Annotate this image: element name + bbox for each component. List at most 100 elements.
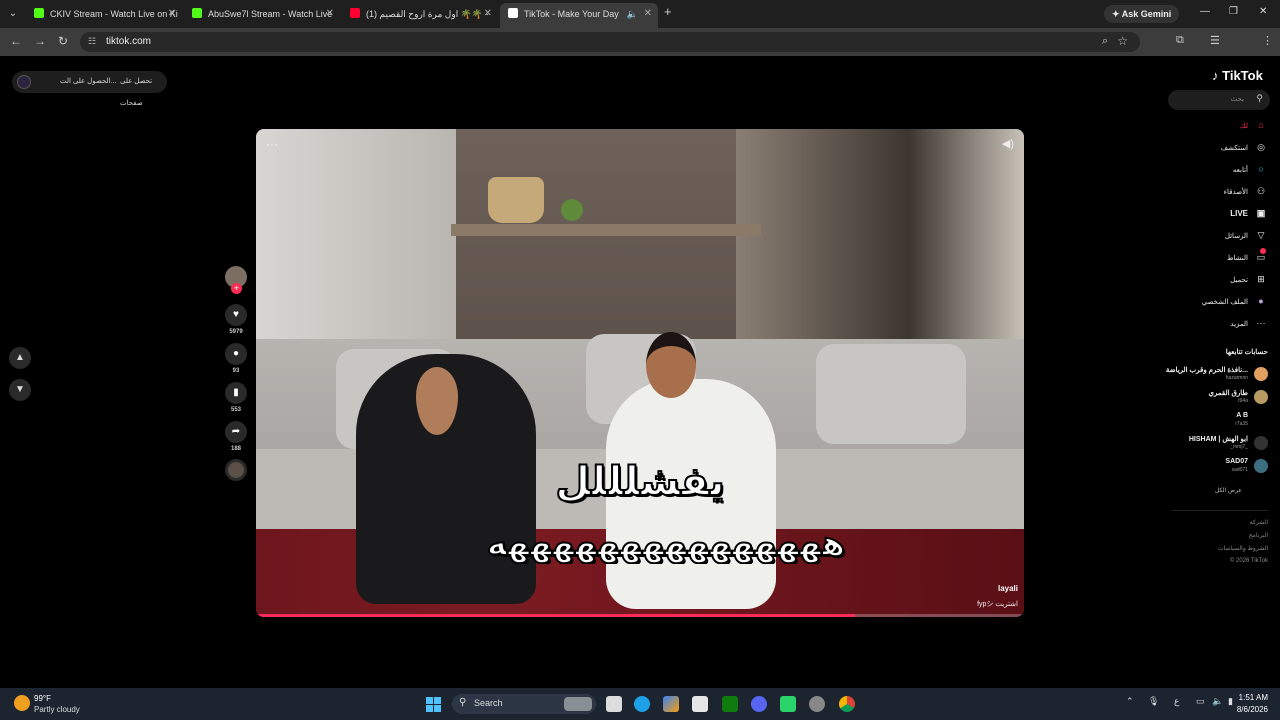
edge-icon[interactable] (634, 696, 650, 712)
previous-video-button[interactable]: ▲ (9, 347, 31, 369)
account-avatar (1254, 459, 1268, 473)
sidebar-item-live[interactable]: LIVE ▣ (1230, 205, 1268, 221)
minimize-icon[interactable]: — (1200, 6, 1210, 17)
discord-icon[interactable] (751, 696, 767, 712)
tab-youtube[interactable]: (1) اول مرة اروح القصيم 🌴🌴 - ✕ (342, 4, 498, 24)
tab-search-icon[interactable]: ⌄ (5, 6, 21, 22)
address-bar[interactable]: ☷ tiktok.com ⌕ ☆ (80, 32, 1140, 52)
close-icon[interactable]: ✕ (168, 4, 176, 24)
close-icon[interactable]: ✕ (326, 4, 334, 24)
get-app-banner[interactable]: الحصول على الت... تحصل على صفحات (12, 71, 167, 107)
reading-list-icon[interactable]: ☰ (1210, 34, 1220, 47)
footer-terms[interactable]: الشروط والسياسات (1218, 545, 1268, 552)
home-icon: ⌂ (1258, 120, 1264, 130)
see-all-link[interactable]: عرض الكل (1215, 487, 1242, 494)
like-count: 5979 (229, 329, 243, 335)
more-icon: ··· (1256, 318, 1266, 328)
tab-ckiv[interactable]: CKIV Stream - Watch Live on Ki ✕ (26, 4, 182, 24)
chrome-icon[interactable] (839, 696, 855, 712)
search-icon[interactable]: ⚲ (1256, 93, 1263, 104)
tiktok-logo[interactable]: ♪ TikTok (1212, 68, 1263, 83)
send-icon: ▽ (1257, 230, 1265, 240)
bookmark-star-icon[interactable]: ☆ (1117, 34, 1128, 48)
app-icon[interactable] (780, 696, 796, 712)
follow-plus-icon[interactable]: + (231, 283, 242, 294)
like-heart-icon[interactable]: ♥ (225, 304, 247, 326)
chevron-up-icon[interactable]: ⌃ (1126, 696, 1134, 707)
store-icon[interactable] (692, 696, 708, 712)
video-author[interactable]: layali (998, 584, 1018, 593)
clock-time[interactable]: 1:51 AM (1239, 693, 1268, 702)
microphone-icon[interactable]: 🎙 (1148, 696, 1159, 707)
sidebar-item-explore[interactable]: استكشف ◎ (1221, 139, 1268, 155)
search-highlight-image (564, 697, 592, 711)
network-icon[interactable]: ▭ (1196, 696, 1205, 707)
video-sound[interactable]: fypシ اشتريت (977, 599, 1018, 609)
share-count: 188 (230, 446, 241, 452)
copilot-icon[interactable] (663, 696, 679, 712)
account-avatar (1254, 413, 1268, 427)
sidebar-item-friends[interactable]: الأصدقاء ⚇ (1224, 183, 1268, 199)
footer-program[interactable]: البرنامج (1249, 532, 1268, 539)
following-account[interactable]: نافذة الحرم وقرب الرياضة... hazarmnn (1138, 364, 1268, 386)
speaker-icon[interactable]: 🔈 (627, 3, 638, 25)
comment-icon[interactable]: ● (225, 343, 247, 365)
more-vert-icon[interactable]: ⋮ (1262, 34, 1273, 47)
search-input[interactable]: بحث ⚲ (1168, 90, 1270, 110)
close-icon[interactable]: ✕ (644, 3, 652, 25)
sidebar-item-messages[interactable]: الرسائل ▽ (1225, 227, 1268, 243)
music-disc-icon[interactable] (225, 459, 247, 481)
clock-date[interactable]: 8/6/2026 (1237, 705, 1268, 714)
youtube-icon (350, 8, 360, 18)
weather-desc[interactable]: Partly cloudy (34, 705, 80, 714)
extensions-icon[interactable]: ⧉ (1176, 34, 1184, 47)
close-window-icon[interactable]: ✕ (1259, 6, 1267, 17)
more-horiz-icon[interactable]: ··· (266, 137, 278, 151)
forward-icon[interactable]: → (34, 34, 46, 48)
following-account[interactable]: A B r7a35 (1138, 410, 1268, 432)
back-icon[interactable]: ← (10, 34, 22, 48)
live-icon: ▣ (1256, 208, 1266, 218)
footer-company[interactable]: الشركة (1250, 519, 1268, 526)
sidebar-item-upload[interactable]: تحميل ⊞ (1230, 271, 1268, 287)
language-icon[interactable]: ع (1174, 696, 1179, 707)
video-progress-fill (256, 614, 856, 617)
following-account[interactable]: HISHAM | ابو الهش _mmj7_ (1138, 433, 1268, 455)
notification-dot (1260, 248, 1266, 254)
close-icon[interactable]: ✕ (484, 4, 492, 24)
following-account[interactable]: طارق القمري t94a (1138, 387, 1268, 409)
sidebar-item-following[interactable]: أتابعه ○ (1233, 161, 1268, 177)
tab-abuswe7l[interactable]: AbuSwe7l Stream - Watch Live ✕ (184, 4, 340, 24)
sidebar-item-profile[interactable]: الملف الشخصي ● (1202, 293, 1268, 309)
account-avatar (1254, 436, 1268, 450)
windows-start-icon[interactable] (426, 697, 441, 712)
volume-icon[interactable]: ◀) (1002, 137, 1014, 150)
video-progress-bar[interactable] (256, 614, 1024, 617)
new-tab-button[interactable]: + (664, 4, 672, 19)
xbox-icon[interactable] (722, 696, 738, 712)
taskbar-search[interactable]: ⚲ Search (452, 694, 596, 714)
sidebar-item-foryou[interactable]: لك ⌂ (1240, 117, 1268, 133)
site-info-icon[interactable]: ☷ (88, 36, 96, 47)
following-account[interactable]: SAD07 sad071 (1138, 456, 1268, 478)
app-icon[interactable] (809, 696, 825, 712)
bookmark-icon[interactable]: ▮ (225, 382, 247, 404)
sidebar-item-more[interactable]: المزيد ··· (1230, 315, 1268, 331)
task-view-icon[interactable] (606, 696, 622, 712)
restore-icon[interactable]: ❐ (1229, 6, 1238, 17)
share-icon[interactable]: ➦ (225, 421, 247, 443)
weather-temp[interactable]: 99°F (34, 694, 51, 703)
ask-gemini-button[interactable]: ✦ Ask Gemini (1104, 5, 1180, 23)
next-video-button[interactable]: ▼ (9, 379, 31, 401)
tab-tiktok[interactable]: TikTok - Make Your Day 🔈 ✕ (500, 3, 658, 28)
video-player[interactable]: يفشلللل هههههههههههههههه ··· ◀) layali f… (256, 129, 1024, 617)
weather-icon[interactable] (14, 695, 30, 711)
get-coins-label: تحصل على صفحات (120, 78, 153, 107)
volume-icon[interactable]: 🔈 (1212, 696, 1223, 707)
divider (1172, 510, 1268, 511)
scene-person-head (406, 357, 468, 435)
reload-icon[interactable]: ↻ (58, 34, 68, 48)
zoom-icon[interactable]: ⌕ (1102, 35, 1108, 48)
following-accounts-title: حسابات تتابعها (1225, 349, 1268, 356)
battery-icon[interactable]: ▮ (1228, 696, 1233, 707)
